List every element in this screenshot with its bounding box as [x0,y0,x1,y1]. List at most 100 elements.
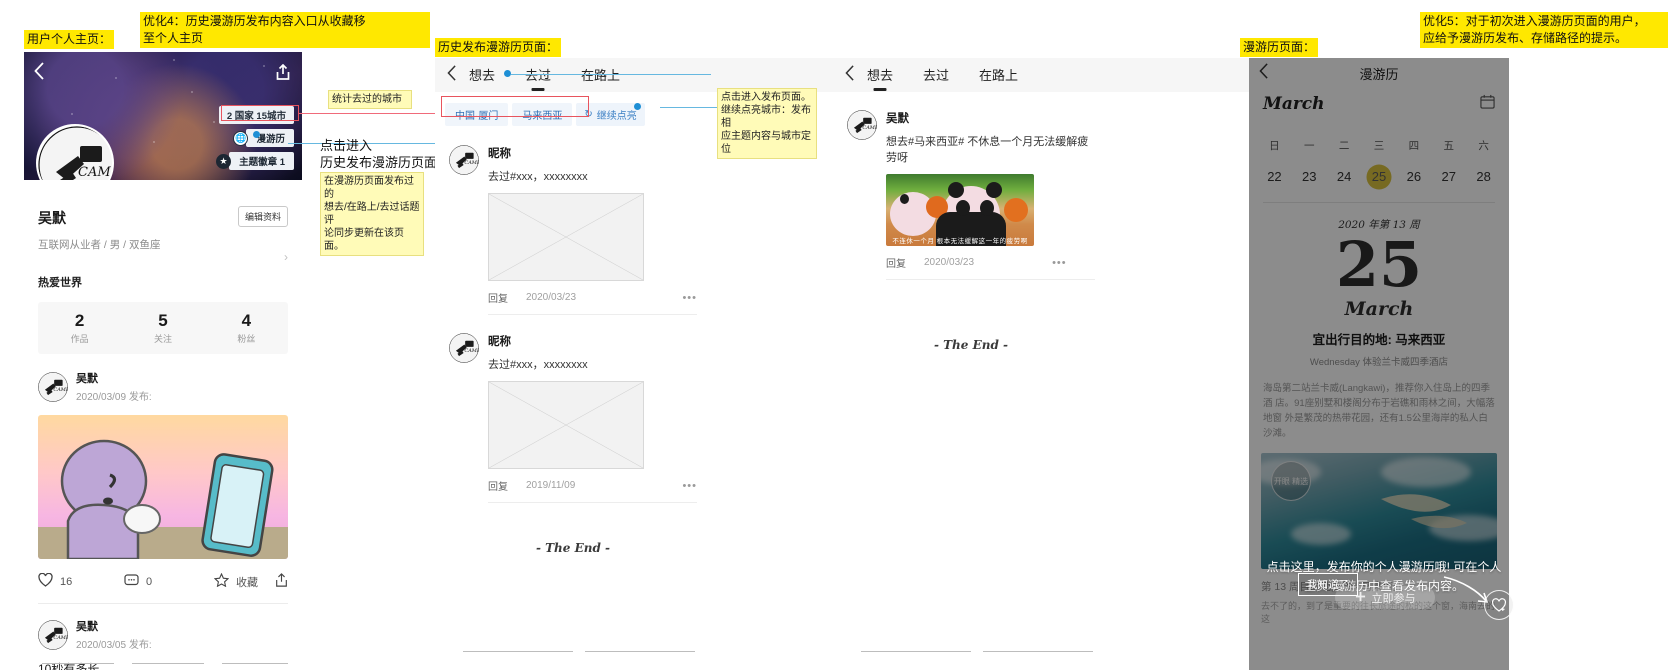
end-of-list-label: - The End - [535,541,611,555]
comment-icon [124,573,139,590]
annotation-opt5: 优化5：对于初次进入漫游历页面的用户， 应给予漫游历发布、存储路径的提示。 [1420,12,1668,48]
annotation-label-calendar: 漫游历页面： [1240,38,1319,57]
annotation-note-cities: 统计去过的城市 [328,90,412,109]
stat-label: 作品 [70,334,89,344]
divider [488,502,697,503]
divider [886,279,1095,280]
post-header: CAME 吴默 2020/03/05 发布: [38,618,288,651]
screenshot-stage: 用户个人主页： 优化4：历史漫游历发布内容入口从收藏移 至个人主页 历史发布漫游… [0,0,1674,670]
tab-want-to-go[interactable]: 想去 [867,65,893,86]
list-item-body: 昵称 去过#xxx，xxxxxxxx 回复 2019/11/09 ••• [488,333,697,503]
continue-light-label: 继续点亮 [596,110,637,122]
image-placeholder[interactable] [488,381,644,469]
chevron-right-icon[interactable]: › [38,250,288,264]
item-date: 2020/03/23 [526,292,577,303]
star-icon [213,572,230,590]
back-button[interactable] [34,62,45,84]
item-author: 昵称 [488,336,511,348]
more-horizontal-icon[interactable]: ••• [1052,257,1067,269]
reply-button[interactable]: 回复 [488,290,508,305]
stat-works[interactable]: 2 作品 [38,311,121,345]
post-item: CAME 吴默 2020/03/09 发布: 16 0 收藏 [24,370,302,604]
reply-button[interactable]: 回复 [886,255,906,270]
edit-profile-button[interactable]: 编辑资料 [237,206,288,227]
join-now-button[interactable]: 立即参与 [1335,586,1435,609]
item-text: 去过#xxx，xxxxxxxx [488,359,588,371]
post-author: 吴默 [76,621,98,633]
item-text: 去过#xxx，xxxxxxxx [488,171,588,183]
roaming-calendar-chip[interactable]: 🌐 漫游历 [233,129,294,147]
item-meta: 回复 2019/11/09 ••• [488,478,697,494]
comment-count: 0 [146,575,153,588]
hotspot-dot-publish [634,103,641,110]
post-date: 2020/03/09 发布: [76,392,152,403]
leader-line-publish [660,107,718,108]
avatar[interactable]: CAME [38,371,68,402]
svg-text:CAME: CAME [53,635,68,641]
annotation-enter-title: 点击进入 历史发布漫游历页面 [320,138,438,170]
profile-slogan: 热爱世界 [38,277,82,289]
annotation-opt4: 优化4：历史漫游历发布内容入口从收藏移 至个人主页 [140,12,430,48]
favorite-action[interactable]: 收藏 [213,572,275,590]
hotspot-dot-roaming [253,131,260,138]
divider [488,314,697,315]
post-header: CAME 吴默 2020/03/09 发布: [38,370,288,403]
list-item-body: 昵称 去过#xxx，xxxxxxxx 回复 2020/03/23 ••• [488,145,697,315]
post-image[interactable] [38,415,288,559]
avatar[interactable]: CAME [38,619,68,650]
share-icon[interactable] [276,63,290,85]
share-action[interactable] [275,573,288,590]
stat-value: 4 [241,311,252,330]
tab-been-there[interactable]: 去过 [923,65,949,86]
annotation-enter-body: 在漫游历页面发布过的 想去/在路上/去过话题评 论同步更新在该页面。 [320,172,424,256]
more-horizontal-icon[interactable]: ••• [682,480,697,492]
annotation-label-history: 历史发布漫游历页面： [435,38,562,57]
tab-been-there[interactable]: 去过 [525,65,551,86]
panel-history-roaming: 想去 去过 在路上 中国·厦门 马来西亚 ↻ 继续点亮 CAME 昵称 去过#x… [435,58,1111,670]
bottom-placeholder-bars [833,650,1109,670]
stat-following[interactable]: 5 关注 [121,311,204,345]
badge-chip-label: 主题徽章 1 [229,152,294,170]
bottom-placeholder-bars [24,656,302,670]
avatar[interactable]: CAME [449,333,479,363]
back-button[interactable] [435,64,469,86]
hotspot-dot-tab [504,70,511,77]
post-author: 吴默 [76,373,98,385]
tab-on-the-way[interactable]: 在路上 [581,65,620,86]
history-feed: CAME 昵称 去过#xxx，xxxxxxxx 回复 2020/03/23 ••… [435,145,711,555]
leader-line-tab [511,74,711,75]
avatar[interactable]: CAME [847,110,877,140]
theme-badge-chip[interactable]: ★ 主题徽章 1 [216,152,294,170]
svg-text:CAME: CAME [464,348,479,354]
svg-text:CAME: CAME [78,165,114,180]
tab-want-to-go[interactable]: 想去 [469,65,495,86]
stat-label: 粉丝 [237,334,256,344]
list-item: CAME 昵称 去过#xxx，xxxxxxxx 回复 2019/11/09 ••… [449,333,697,503]
comment-action[interactable]: 0 [124,573,214,590]
item-image[interactable]: 不连休一个月 根本无法缓解这一年的疲劳啊 [886,174,1034,246]
list-item: CAME 昵称 去过#xxx，xxxxxxxx 回复 2020/03/23 ••… [449,145,697,315]
image-caption: 不连休一个月 根本无法缓解这一年的疲劳啊 [892,238,1028,245]
avatar[interactable]: CAME [449,145,479,175]
list-item: CAME 吴默 想去#马来西亚# 不休息一个月无法缓解疲劳呀 不连休一个月 根本… [847,110,1095,280]
heart-icon [38,572,53,590]
heart-plus-icon[interactable] [1484,590,1514,620]
share-icon [275,573,288,590]
callout-box-cities [221,105,299,121]
stat-followers[interactable]: 4 粉丝 [205,311,288,345]
item-date: 2020/03/23 [924,257,975,268]
reply-button[interactable]: 回复 [488,478,508,493]
tab-on-the-way[interactable]: 在路上 [979,65,1018,86]
join-now-label: 立即参与 [1371,592,1416,605]
panel-personal-home: CAME 2 国家 15城市 🌐 漫游历 ★ 主题徽章 1 编辑资料 吴默 互联… [24,52,302,670]
topic-feed: CAME 吴默 想去#马来西亚# 不休息一个月无法缓解疲劳呀 不连休一个月 根本… [833,110,1109,352]
post-date: 2020/03/05 发布: [76,640,152,651]
post-actions: 16 0 收藏 [38,572,288,590]
like-action[interactable]: 16 [38,572,124,590]
item-meta: 回复 2020/03/23 ••• [488,290,697,306]
more-horizontal-icon[interactable]: ••• [682,292,697,304]
stat-value: 2 [74,311,85,330]
image-placeholder[interactable] [488,193,644,281]
item-author: 吴默 [886,113,909,125]
back-button[interactable] [833,64,867,86]
